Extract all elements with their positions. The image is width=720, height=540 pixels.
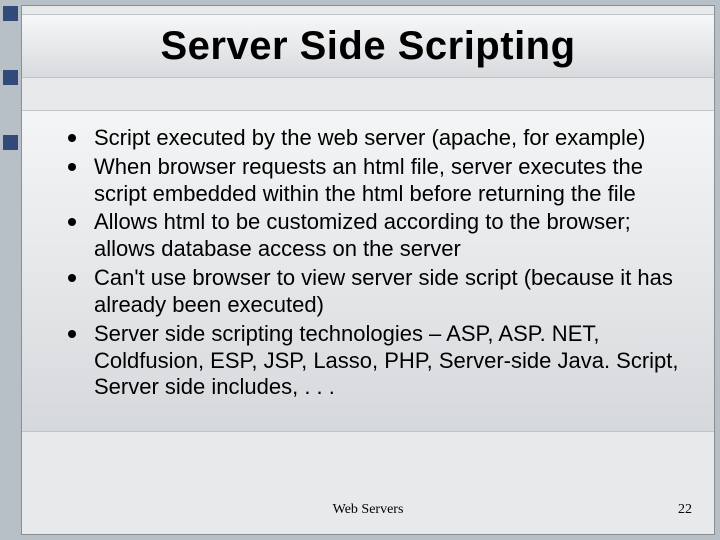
accent-square-1 (3, 6, 18, 21)
body-band: Script executed by the web server (apach… (22, 110, 714, 432)
accent-square-3 (3, 135, 18, 150)
slide-title: Server Side Scripting (160, 24, 575, 69)
accent-square-2 (3, 70, 18, 85)
bullet-list: Script executed by the web server (apach… (68, 125, 690, 401)
slide-container: Server Side Scripting Script executed by… (21, 5, 715, 535)
footer: Web Servers 22 (22, 500, 714, 520)
list-item: Allows html to be customized according t… (68, 209, 690, 263)
list-item: When browser requests an html file, serv… (68, 154, 690, 208)
list-item: Can't use browser to view server side sc… (68, 265, 690, 319)
list-item: Script executed by the web server (apach… (68, 125, 690, 152)
page-number: 22 (678, 502, 692, 518)
title-band: Server Side Scripting (22, 14, 714, 78)
footer-center-text: Web Servers (333, 502, 404, 518)
list-item: Server side scripting technologies – ASP… (68, 321, 690, 401)
